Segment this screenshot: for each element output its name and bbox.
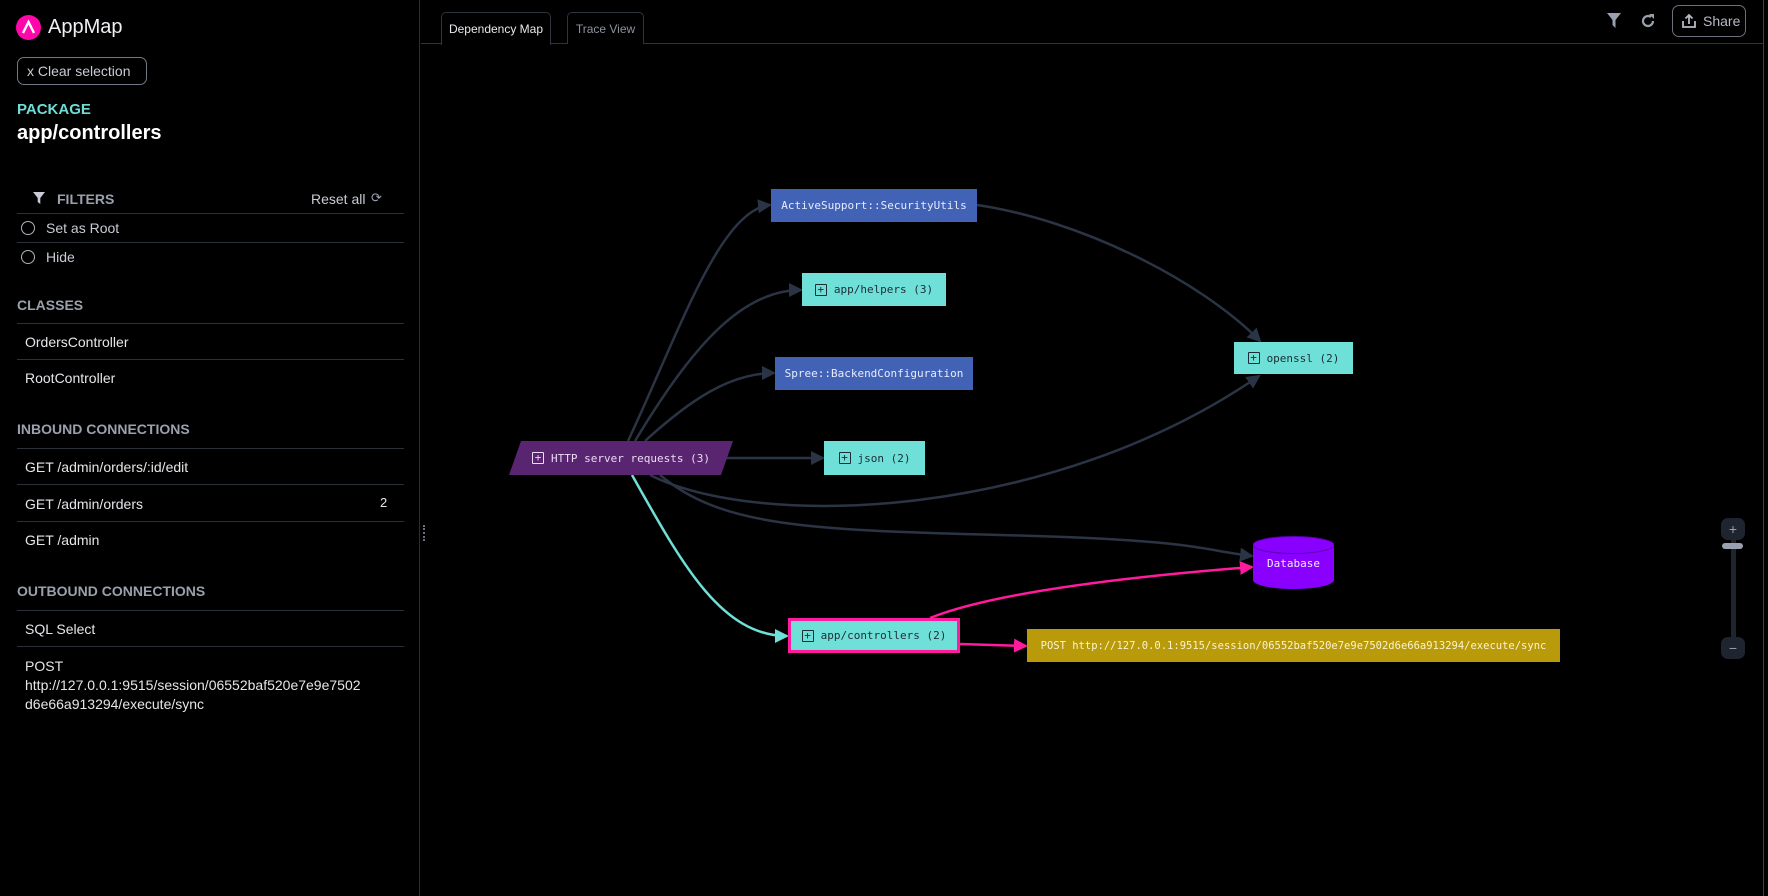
zoom-control: + − [1721, 518, 1745, 662]
edge-http-controllers [630, 474, 789, 643]
zoom-in-button[interactable]: + [1721, 518, 1745, 540]
zoom-slider-handle[interactable] [1722, 543, 1743, 549]
node-json[interactable]: + json (2) [824, 441, 925, 475]
edge-controllers-post [959, 638, 1028, 653]
expand-icon[interactable]: + [814, 283, 827, 296]
edge-http-spree [644, 366, 776, 442]
main-panel: Dependency Map Trace View Share + HTTP se… [421, 0, 1763, 896]
node-backend-configuration[interactable]: Spree::BackendConfiguration [775, 357, 973, 390]
node-database[interactable]: Database [1253, 546, 1334, 580]
node-openssl[interactable]: + openssl (2) [1234, 342, 1353, 374]
expand-icon[interactable]: + [838, 452, 851, 464]
node-app-helpers[interactable]: + app/helpers (3) [802, 273, 946, 306]
expand-icon[interactable]: + [801, 629, 814, 642]
edge-http-openssl [649, 374, 1261, 508]
node-app-controllers-selected[interactable]: + app/controllers (2) [788, 618, 960, 653]
collapsed-side-panel[interactable] [1763, 0, 1768, 896]
node-http-server-requests[interactable]: + HTTP server requests (3) [509, 441, 733, 475]
dependency-graph[interactable]: + HTTP server requests (3) ActiveSupport:… [0, 0, 1768, 896]
edge-http-security [626, 199, 772, 442]
expand-icon[interactable]: + [1247, 352, 1260, 364]
edge-security-openssl [976, 203, 1262, 343]
node-security-utils[interactable]: ActiveSupport::SecurityUtils [771, 189, 977, 222]
node-post-request[interactable]: POST http://127.0.0.1:9515/session/06552… [1027, 629, 1560, 662]
expand-icon[interactable]: + [532, 452, 545, 464]
zoom-out-button[interactable]: − [1721, 637, 1745, 659]
edge-http-database [659, 474, 1254, 562]
edge-controllers-database [929, 560, 1254, 620]
